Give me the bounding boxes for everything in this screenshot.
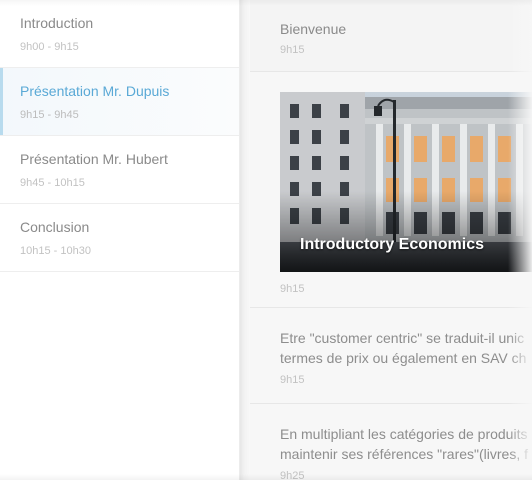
- feed-header-title: Bienvenue: [280, 21, 347, 37]
- post-text-line: Etre "customer centric" se traduit-il un…: [280, 330, 525, 346]
- session-title: Conclusion: [20, 219, 90, 235]
- post-time: 9h15: [280, 374, 305, 386]
- feed-photo-item[interactable]: Introductory Economics 9h15: [250, 72, 532, 308]
- feed-post[interactable]: En multipliant les catégories de produit…: [250, 404, 532, 480]
- session-time: 9h00 - 9h15: [20, 41, 79, 53]
- session-title: Introduction: [20, 15, 94, 31]
- feed-post[interactable]: Etre "customer centric" se traduit-il un…: [250, 308, 532, 404]
- photo-time: 9h15: [280, 283, 305, 295]
- feed-header: Bienvenue 9h15: [250, 0, 532, 72]
- post-text-line: maintenir ses références "rares"(livres,…: [280, 446, 529, 462]
- post-text-line: termes de prix ou également en SAV ch: [280, 350, 527, 366]
- session-item-presentation-hubert[interactable]: Présentation Mr. Hubert 9h45 - 10h15: [0, 136, 239, 204]
- session-item-presentation-dupuis[interactable]: Présentation Mr. Dupuis 9h15 - 9h45: [0, 68, 239, 136]
- session-sidebar: Introduction 9h00 - 9h15 Présentation Mr…: [0, 0, 240, 480]
- photo-caption: Introductory Economics: [300, 236, 485, 253]
- session-title: Présentation Mr. Hubert: [20, 151, 168, 167]
- feed-panel: Bienvenue 9h15 Introductory Economics 9h…: [250, 0, 532, 480]
- session-title: Présentation Mr. Dupuis: [20, 83, 170, 99]
- session-time: 10h15 - 10h30: [20, 245, 91, 257]
- building-photo[interactable]: Introductory Economics: [280, 92, 532, 272]
- session-item-introduction[interactable]: Introduction 9h00 - 9h15: [0, 0, 239, 68]
- session-time: 9h45 - 10h15: [20, 177, 85, 189]
- session-item-conclusion[interactable]: Conclusion 10h15 - 10h30: [0, 204, 239, 272]
- post-time: 9h25: [280, 470, 305, 480]
- panel-divider[interactable]: [240, 0, 250, 480]
- session-time: 9h15 - 9h45: [20, 109, 79, 121]
- post-text-line: En multipliant les catégories de produit…: [280, 426, 528, 442]
- feed-header-time: 9h15: [280, 44, 305, 56]
